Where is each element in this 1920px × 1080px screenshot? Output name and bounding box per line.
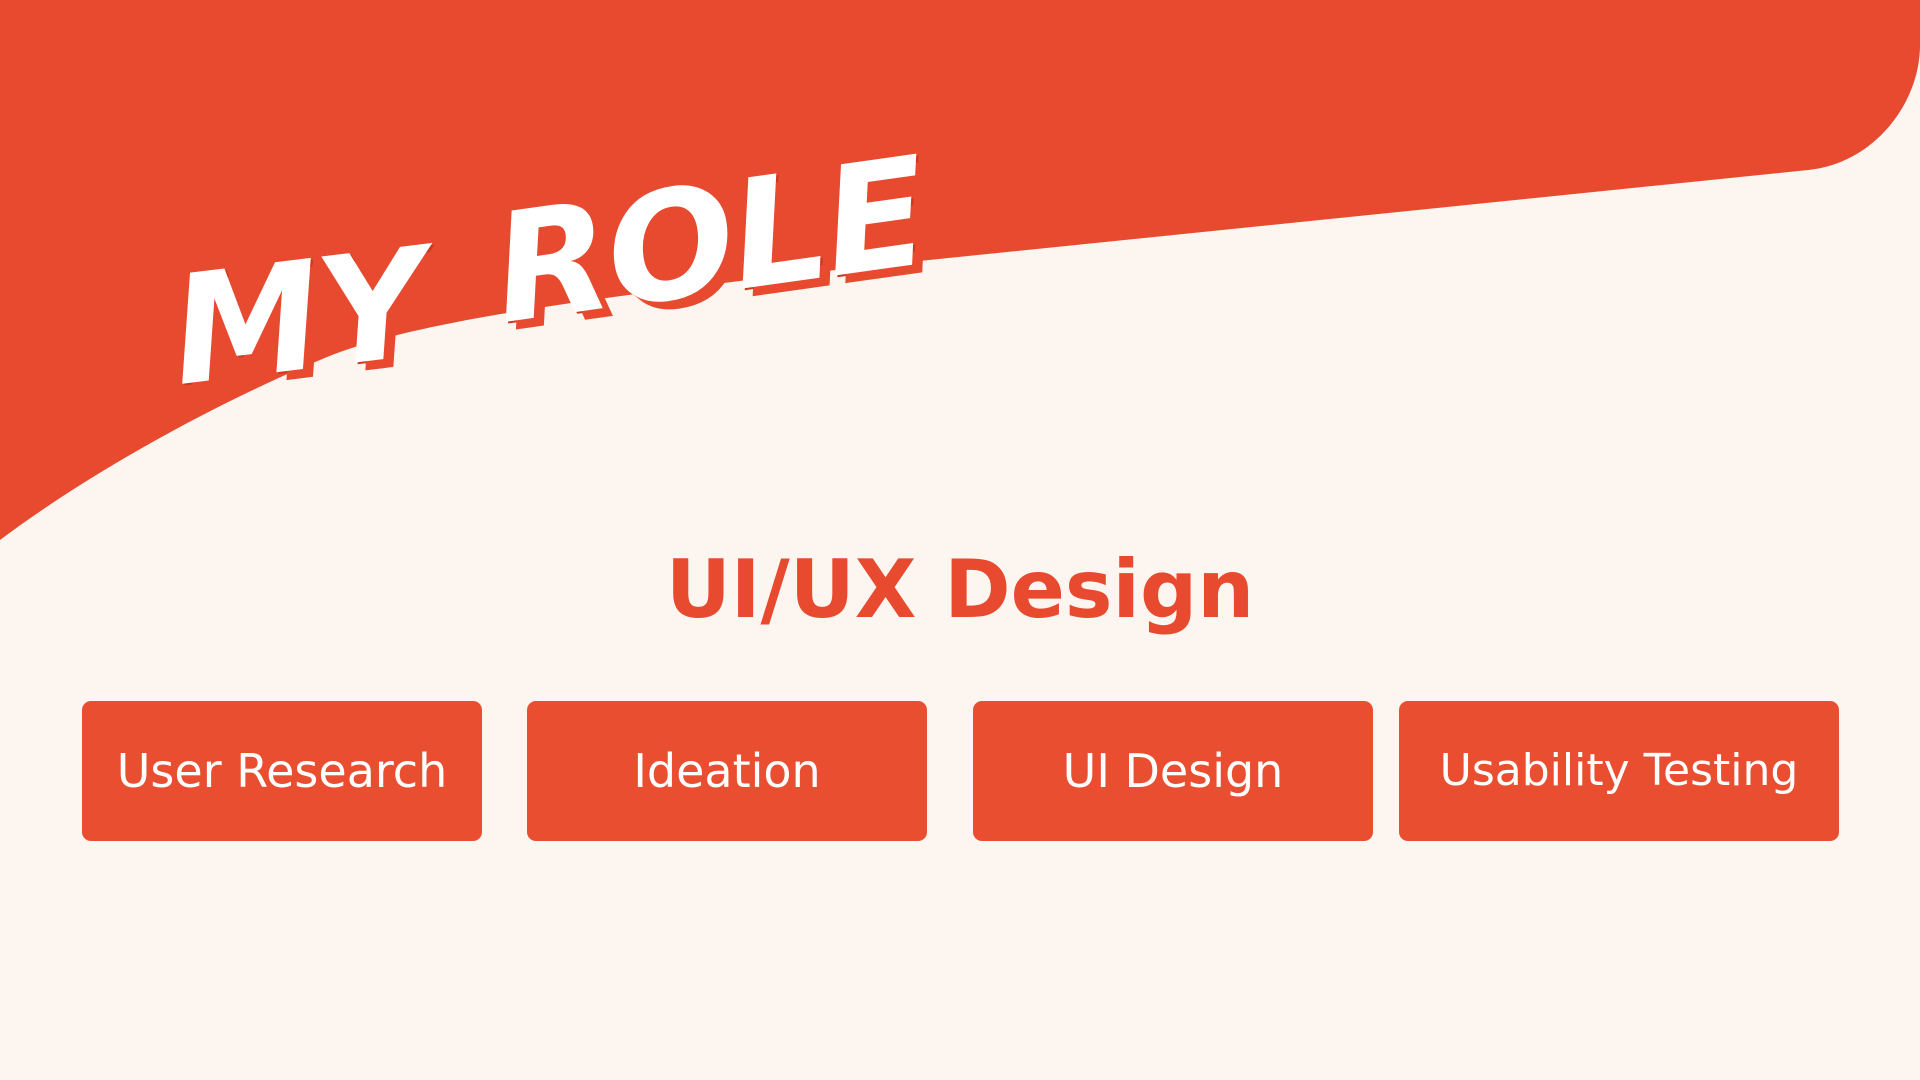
section-heading: UI/UX Design bbox=[665, 543, 1255, 636]
background-accent-shape bbox=[0, 0, 1920, 540]
skill-label: Ideation bbox=[633, 744, 821, 798]
skill-card-usability-testing: Usability Testing bbox=[1399, 701, 1839, 841]
skill-label: User Research bbox=[116, 744, 448, 798]
skill-cards: User Research Ideation UI Design Usabili… bbox=[0, 701, 1920, 841]
hero-title-word-my: MY bbox=[162, 216, 436, 420]
skill-card-user-research: User Research bbox=[82, 701, 482, 841]
skill-label: UI Design bbox=[1062, 744, 1284, 798]
skill-card-ui-design: UI Design bbox=[973, 701, 1373, 841]
hero-title: MY ROLE bbox=[162, 125, 946, 420]
skill-card-ideation: Ideation bbox=[527, 701, 927, 841]
skill-label: Usability Testing bbox=[1439, 745, 1799, 796]
